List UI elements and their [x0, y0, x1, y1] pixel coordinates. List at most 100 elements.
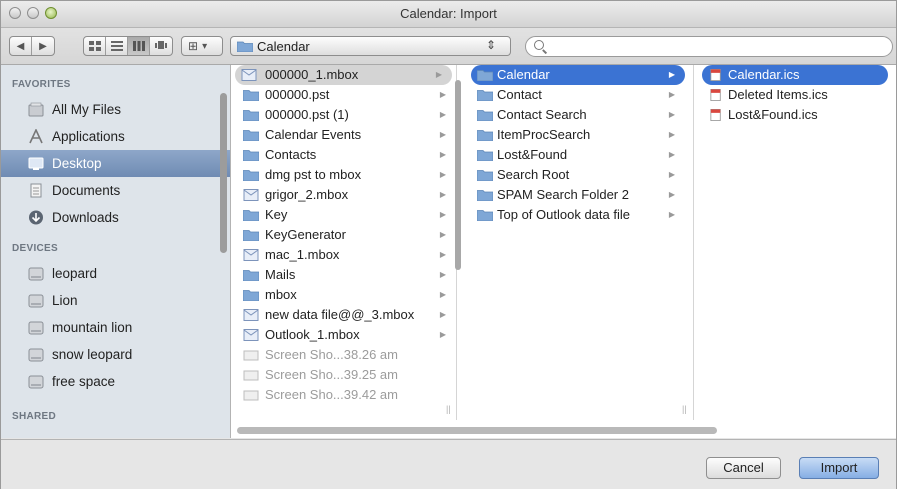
mbox-icon: [243, 329, 259, 341]
list-item[interactable]: 000000.pst ▶: [231, 85, 456, 105]
documents-icon: [30, 183, 42, 198]
folder-icon: [243, 110, 259, 121]
chevron-down-icon: ▾: [202, 40, 208, 52]
list-item[interactable]: Top of Outlook data file ▶: [471, 205, 685, 225]
column-browser: 000000_1.mbox ▶ 000000.pst ▶ 000000.pst (1) ▶…: [231, 65, 896, 438]
list-item[interactable]: Calendar Events ▶: [231, 125, 456, 145]
folder-icon: [477, 210, 493, 221]
sidebar-item-label: Desktop: [52, 156, 102, 171]
sidebar-item-leopard[interactable]: leopard: [1, 260, 230, 287]
list-item[interactable]: Lost&Found ▶: [471, 145, 685, 165]
list-item[interactable]: Calendar.ics: [702, 65, 888, 85]
list-item[interactable]: Screen Sho...39.25 am: [231, 365, 456, 385]
folder-icon: [243, 290, 259, 301]
arrange-button[interactable]: ⊞ ▾: [181, 36, 223, 56]
item-label: Lost&Found.ics: [728, 107, 818, 122]
icon-view-icon: [88, 41, 101, 51]
item-label: 000000.pst (1): [265, 107, 349, 122]
disclosure-arrow-icon: ▶: [439, 90, 446, 99]
horizontal-scrollbar[interactable]: [237, 427, 717, 434]
list-item[interactable]: Screen Sho...39.42 am: [231, 385, 456, 405]
image-icon: [243, 350, 259, 361]
back-button[interactable]: ◀: [10, 37, 32, 55]
icon-view-button[interactable]: [84, 37, 106, 55]
sidebar-item-applications[interactable]: Applications: [1, 123, 230, 150]
item-label: ItemProcSearch: [497, 127, 591, 142]
shared-header: SHARED: [12, 411, 57, 422]
column-1-scrollbar[interactable]: [455, 80, 461, 270]
back-arrow-icon: ◀: [16, 40, 25, 52]
sidebar-item-snow-leopard[interactable]: snow leopard: [1, 341, 230, 368]
list-view-button[interactable]: [106, 37, 128, 55]
sidebar-item-free-space[interactable]: free space: [1, 368, 230, 395]
item-label: Screen Sho...38.26 am: [265, 347, 398, 362]
item-label: 000000.pst: [265, 87, 330, 102]
zoom-window-button[interactable]: [45, 7, 57, 19]
hard-drive-icon: [28, 294, 44, 308]
list-item[interactable]: Contacts ▶: [231, 145, 456, 165]
list-item[interactable]: Mails ▶: [231, 265, 456, 285]
column-resize-handle[interactable]: ||: [682, 404, 687, 414]
item-label: Screen Sho...39.42 am: [265, 387, 398, 402]
list-item[interactable]: mac_1.mbox ▶: [231, 245, 456, 265]
list-item[interactable]: grigor_2.mbox ▶: [231, 185, 456, 205]
location-popup[interactable]: Calendar ⇕: [230, 36, 511, 56]
list-item[interactable]: Screen Sho...38.26 am: [231, 345, 456, 365]
list-item[interactable]: dmg pst to mbox ▶: [231, 165, 456, 185]
folder-icon: [477, 110, 493, 121]
sidebar-item-documents[interactable]: Documents: [1, 177, 230, 204]
list-item[interactable]: Key ▶: [231, 205, 456, 225]
sidebar-item-mountain-lion[interactable]: mountain lion: [1, 314, 230, 341]
list-item[interactable]: SPAM Search Folder 2 ▶: [471, 185, 685, 205]
sidebar-item-label: mountain lion: [52, 320, 133, 335]
list-item[interactable]: Search Root ▶: [471, 165, 685, 185]
list-item[interactable]: Contact Search ▶: [471, 105, 685, 125]
list-item[interactable]: 000000_1.mbox ▶: [235, 65, 452, 85]
list-item[interactable]: Deleted Items.ics: [702, 85, 888, 105]
sidebar-item-lion[interactable]: Lion: [1, 287, 230, 314]
minimize-window-button[interactable]: [27, 7, 39, 19]
list-item[interactable]: mbox ▶: [231, 285, 456, 305]
item-label: Lost&Found: [497, 147, 568, 162]
ics-file-icon: [710, 89, 721, 101]
sidebar-item-desktop[interactable]: Desktop: [1, 150, 230, 177]
disclosure-arrow-icon: ▶: [668, 190, 675, 199]
image-icon: [243, 390, 259, 401]
hard-drive-icon: [28, 267, 44, 281]
item-label: grigor_2.mbox: [265, 187, 349, 202]
list-item[interactable]: Calendar ▶: [471, 65, 685, 85]
item-label: Search Root: [497, 167, 570, 182]
cover-flow-view-button[interactable]: [150, 37, 172, 55]
sidebar-item-label: Applications: [52, 129, 125, 144]
forward-button[interactable]: ▶: [32, 37, 54, 55]
close-window-button[interactable]: [9, 7, 21, 19]
list-item[interactable]: KeyGenerator ▶: [231, 225, 456, 245]
sidebar-item-all-my-files[interactable]: All My Files: [1, 96, 230, 123]
list-item[interactable]: Contact ▶: [471, 85, 685, 105]
disclosure-arrow-icon: ▶: [439, 190, 446, 199]
arrange-grid-icon: ⊞: [188, 39, 199, 53]
column-resize-handle[interactable]: ||: [446, 404, 451, 414]
sidebar-scrollbar[interactable]: [220, 93, 227, 253]
disclosure-arrow-icon: ▶: [439, 270, 446, 279]
sidebar-item-label: Documents: [52, 183, 121, 198]
column-view-button[interactable]: [128, 37, 150, 55]
mbox-icon: [243, 309, 259, 321]
cover-flow-icon: [155, 41, 167, 49]
folder-icon: [243, 170, 259, 181]
item-label: 000000_1.mbox: [265, 67, 359, 82]
column-2: Calendar ▶ Contact ▶ Contact Search ▶ ItemProc…: [463, 65, 694, 420]
search-field[interactable]: [525, 36, 893, 57]
list-item[interactable]: Outlook_1.mbox ▶: [231, 325, 456, 345]
item-label: Calendar Events: [265, 127, 362, 142]
list-item[interactable]: 000000.pst (1) ▶: [231, 105, 456, 125]
import-button[interactable]: Import: [799, 457, 879, 479]
list-item[interactable]: Lost&Found.ics: [702, 105, 888, 125]
sidebar: FAVORITES All My Files Applications Desk…: [1, 65, 231, 438]
disclosure-arrow-icon: ▶: [668, 170, 675, 179]
sidebar-item-downloads[interactable]: Downloads: [1, 204, 230, 231]
list-item[interactable]: ItemProcSearch ▶: [471, 125, 685, 145]
disclosure-arrow-icon: ▶: [439, 150, 446, 159]
cancel-button[interactable]: Cancel: [706, 457, 781, 479]
list-item[interactable]: new data file@@_3.mbox ▶: [231, 305, 456, 325]
